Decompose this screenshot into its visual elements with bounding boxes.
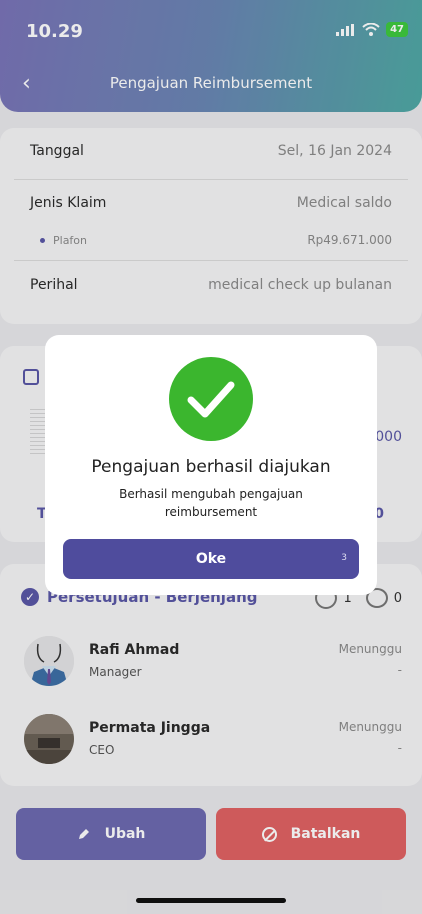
oke-button[interactable]: Oke 3 [63,539,359,579]
countdown-text: 3 [341,553,347,563]
dialog-message: Berhasil mengubah pengajuan reimbursemen… [119,487,303,519]
dialog-title: Pengajuan berhasil diajukan [91,457,331,477]
success-check-icon [169,357,253,441]
oke-label: Oke [195,551,227,567]
success-dialog: Pengajuan berhasil diajukan Berhasil men… [45,335,377,595]
